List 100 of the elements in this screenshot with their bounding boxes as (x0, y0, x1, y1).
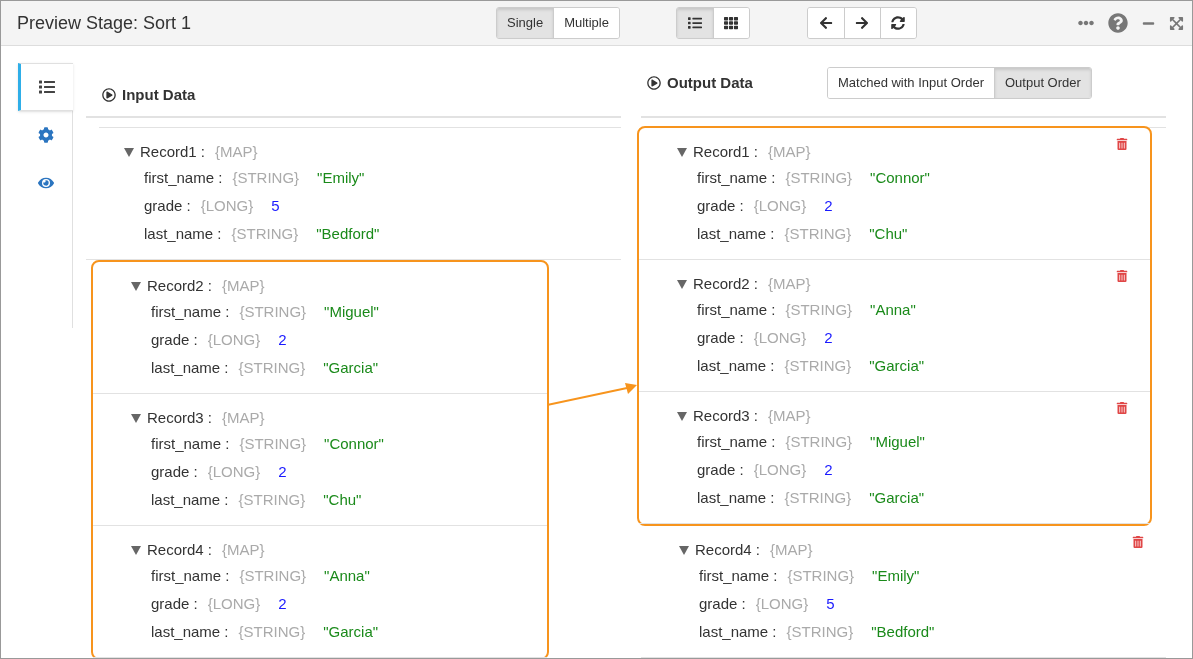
field-name: grade : (697, 459, 744, 480)
field-value: "Garcia" (323, 621, 379, 642)
settings-icon (37, 127, 54, 143)
field-name: last_name : (151, 621, 229, 642)
type-label: {STRING} (238, 357, 306, 378)
delete-icon[interactable] (1116, 270, 1128, 282)
toolbar-button[interactable] (843, 8, 880, 38)
type-label: {STRING} (784, 223, 852, 244)
help-icon[interactable] (1108, 13, 1128, 33)
grid-icon (724, 16, 739, 30)
list-icon (39, 79, 55, 95)
field-value: 5 (271, 195, 280, 216)
field-name: first_name : (697, 299, 776, 320)
mode-toggle-button[interactable]: Multiple (553, 8, 619, 38)
toolbar-button[interactable] (807, 8, 844, 38)
field-name: grade : (151, 329, 198, 350)
field-value: 2 (278, 329, 287, 350)
type-label: {STRING} (785, 299, 853, 320)
type-label: {STRING} (231, 223, 299, 244)
field-name: first_name : (151, 565, 230, 586)
collapse-triangle-icon[interactable] (131, 281, 141, 291)
field-name: first_name : (144, 167, 223, 188)
field-name: last_name : (699, 621, 777, 642)
field-name: grade : (151, 593, 198, 614)
field-value: "Garcia" (869, 355, 925, 376)
section-title: Input Data (122, 84, 196, 105)
type-label: {LONG} (207, 329, 261, 350)
field-value: "Anna" (324, 565, 370, 586)
type-label: {STRING} (785, 167, 853, 188)
field-value: "Bedford" (871, 621, 935, 642)
field-name: first_name : (697, 167, 776, 188)
play-icon (102, 87, 116, 102)
delete-icon[interactable] (1116, 138, 1128, 150)
refresh-icon (891, 16, 906, 30)
type-label: {MAP} (222, 407, 265, 428)
toolbar-button[interactable] (879, 8, 916, 38)
window-title: Preview Stage: Sort 1 (17, 11, 193, 35)
field-value: 5 (826, 593, 835, 614)
type-label: {STRING} (238, 489, 306, 510)
field-value: "Emily" (317, 167, 365, 188)
field-name: grade : (699, 593, 746, 614)
type-label: {STRING} (786, 621, 854, 642)
field-name: last_name : (151, 489, 229, 510)
type-label: {LONG} (753, 195, 807, 216)
field-name: last_name : (144, 223, 222, 244)
collapse-triangle-icon[interactable] (677, 279, 687, 289)
type-label: {LONG} (755, 593, 809, 614)
field-name: grade : (151, 461, 198, 482)
collapse-triangle-icon[interactable] (677, 147, 687, 157)
type-label: {STRING} (232, 167, 300, 188)
left-arrow-icon (818, 16, 833, 30)
field-name: last_name : (697, 487, 775, 508)
record-label: Record1 : (693, 141, 759, 162)
type-label: {STRING} (784, 487, 852, 508)
type-label: {LONG} (753, 459, 807, 480)
delete-icon[interactable] (1116, 402, 1128, 414)
field-name: first_name : (151, 433, 230, 454)
field-value: "Anna" (870, 299, 916, 320)
type-label: {LONG} (753, 327, 807, 348)
view-toggle-button[interactable] (676, 8, 713, 38)
field-name: first_name : (699, 565, 778, 586)
field-value: 2 (824, 195, 833, 216)
type-label: {LONG} (200, 195, 254, 216)
type-label: {STRING} (787, 565, 855, 586)
field-value: 2 (824, 327, 833, 348)
field-value: "Chu" (323, 489, 362, 510)
field-name: grade : (144, 195, 191, 216)
right-arrow-icon (855, 16, 870, 30)
collapse-triangle-icon[interactable] (131, 545, 141, 555)
type-label: {MAP} (215, 141, 258, 162)
type-label: {STRING} (239, 433, 307, 454)
field-value: "Connor" (324, 433, 384, 454)
mode-toggle-button[interactable]: Single (497, 8, 554, 38)
field-name: last_name : (697, 223, 775, 244)
collapse-triangle-icon[interactable] (677, 411, 687, 421)
eye-icon (37, 175, 54, 191)
type-label: {MAP} (768, 405, 811, 426)
type-label: {MAP} (768, 141, 811, 162)
field-value: "Miguel" (870, 431, 925, 452)
field-value: 2 (824, 459, 833, 480)
collapse-triangle-icon[interactable] (124, 147, 134, 157)
type-label: {STRING} (239, 565, 307, 586)
type-label: {MAP} (768, 273, 811, 294)
field-name: first_name : (697, 431, 776, 452)
record-label: Record2 : (693, 273, 759, 294)
type-label: {STRING} (784, 355, 852, 376)
field-value: "Connor" (870, 167, 930, 188)
record-label: Record3 : (147, 407, 213, 428)
section-title: Output Data (667, 72, 754, 93)
view-toggle-button[interactable] (712, 8, 749, 38)
field-name: last_name : (151, 357, 229, 378)
fullscreen-icon[interactable] (1169, 15, 1184, 31)
collapse-triangle-icon[interactable] (679, 545, 689, 555)
order-toggle-button[interactable]: Output Order (993, 68, 1091, 98)
play-icon (647, 76, 661, 90)
field-value: "Bedford" (316, 223, 380, 244)
sidebar-tab[interactable] (18, 63, 73, 111)
delete-icon[interactable] (1132, 536, 1144, 548)
record-label: Record4 : (147, 539, 213, 560)
collapse-triangle-icon[interactable] (131, 413, 141, 423)
